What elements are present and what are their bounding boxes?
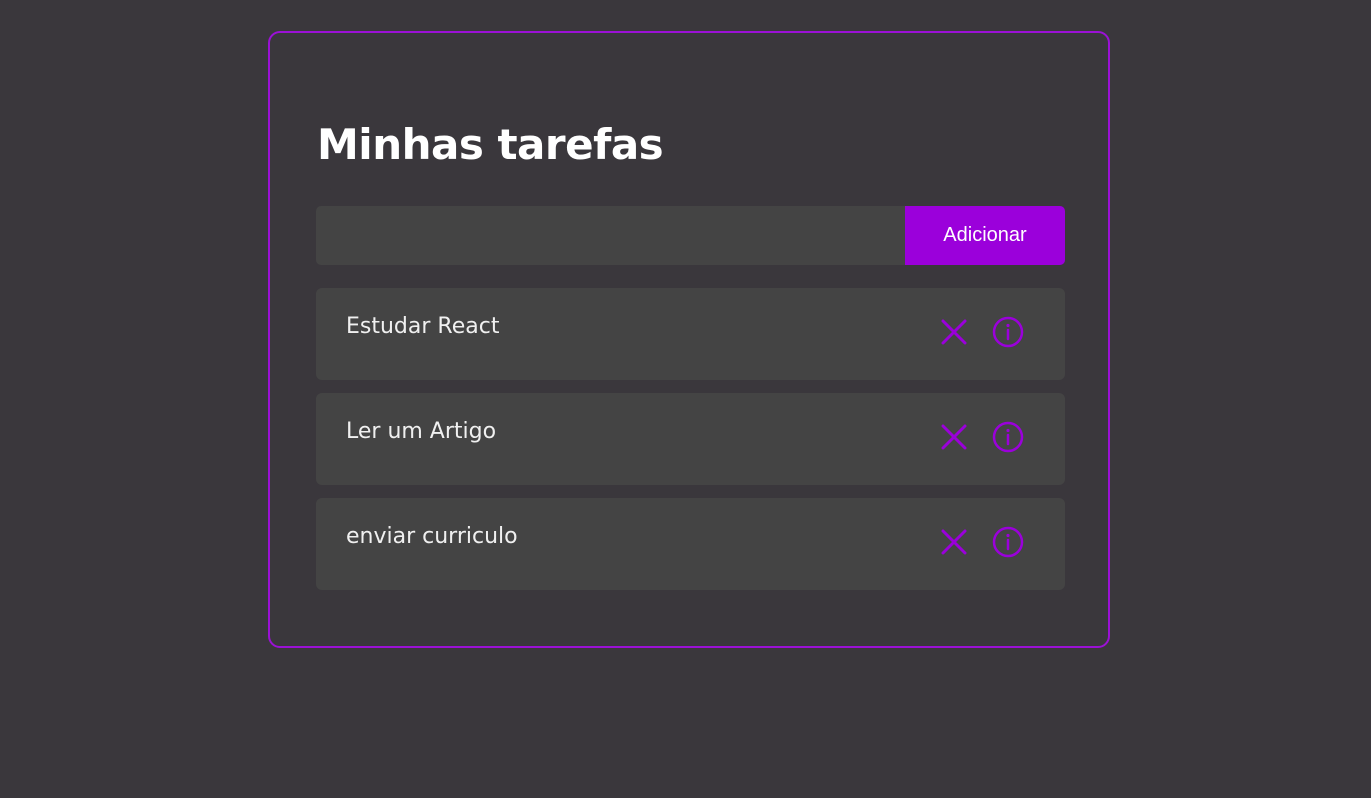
tasks-card: Minhas tarefas Adicionar Estudar React L… xyxy=(268,31,1110,648)
task-item: Estudar React xyxy=(316,288,1065,380)
task-info-button[interactable] xyxy=(990,314,1026,350)
page-title: Minhas tarefas xyxy=(317,120,664,169)
info-icon xyxy=(992,526,1024,558)
close-icon xyxy=(941,319,967,345)
add-task-form: Adicionar xyxy=(316,206,1065,265)
task-info-button[interactable] xyxy=(990,524,1026,560)
task-item: enviar curriculo xyxy=(316,498,1065,590)
add-task-button[interactable]: Adicionar xyxy=(905,206,1065,265)
info-icon xyxy=(992,316,1024,348)
close-icon xyxy=(941,529,967,555)
task-title[interactable]: enviar curriculo xyxy=(346,522,518,552)
remove-task-button[interactable] xyxy=(936,524,972,560)
remove-task-button[interactable] xyxy=(936,419,972,455)
close-icon xyxy=(941,424,967,450)
task-title[interactable]: Ler um Artigo xyxy=(346,417,496,447)
task-title[interactable]: Estudar React xyxy=(346,312,499,342)
task-input[interactable] xyxy=(316,206,905,265)
info-icon xyxy=(992,421,1024,453)
remove-task-button[interactable] xyxy=(936,314,972,350)
task-item: Ler um Artigo xyxy=(316,393,1065,485)
task-list: Estudar React Ler um Artigo enviar curri… xyxy=(316,288,1065,603)
task-info-button[interactable] xyxy=(990,419,1026,455)
